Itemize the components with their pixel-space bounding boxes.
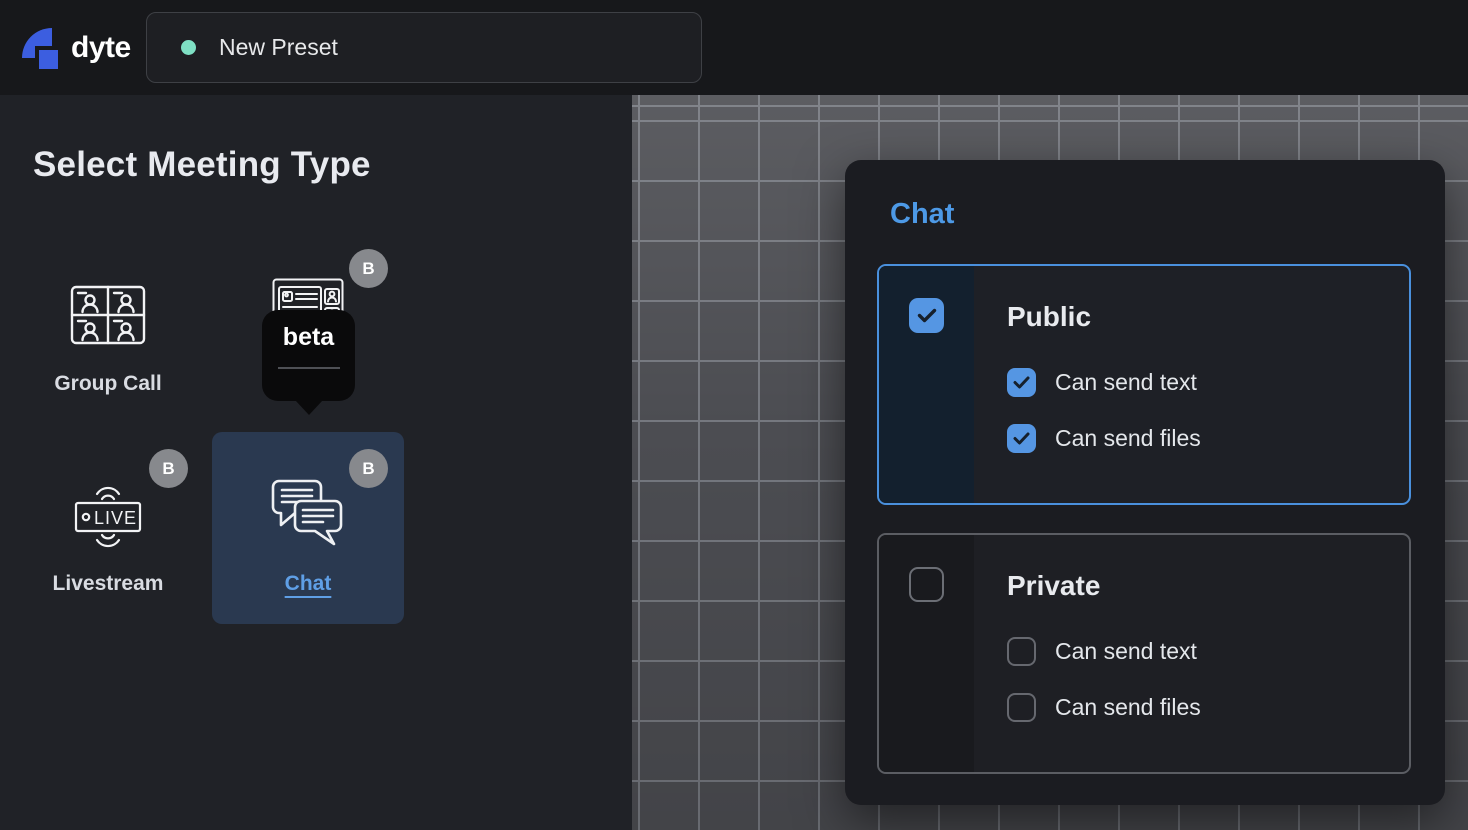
beta-badge: B [149,449,188,488]
top-bar: dyte New Preset [0,0,1468,95]
tile-chat[interactable]: B Chat [212,432,404,624]
svg-text:LIVE: LIVE [94,508,137,528]
config-panel-title: Chat [890,198,954,231]
private-permissions-card: Private Can send text Can send files [877,533,1411,774]
public-can-send-text-label: Can send text [1055,369,1197,396]
public-can-send-files-checkbox[interactable] [1007,424,1036,453]
tooltip-arrow-icon [295,400,323,415]
private-can-send-text-checkbox[interactable] [1007,637,1036,666]
livestream-icon: LIVE [68,474,148,556]
tooltip-divider [278,367,340,369]
meeting-type-panel: Select Meeting Type Group Call [0,95,632,830]
option-row: Can send text [1007,368,1409,397]
beta-badge: B [349,249,388,288]
private-section-title: Private [1007,570,1409,602]
livestream-label: Livestream [53,572,164,596]
group-call-label: Group Call [54,372,161,396]
public-checkbox[interactable] [909,298,944,333]
tile-group-call[interactable]: Group Call [12,232,204,424]
dyte-logo: dyte [14,25,131,71]
beta-tooltip: beta [262,310,355,401]
private-can-send-files-label: Can send files [1055,694,1201,721]
preset-name-value: New Preset [219,34,338,61]
dyte-logo-icon [14,25,60,71]
group-call-icon [70,285,146,345]
private-can-send-text-label: Can send text [1055,638,1197,665]
option-row: Can send files [1007,693,1409,722]
public-can-send-text-checkbox[interactable] [1007,368,1036,397]
chat-label: Chat [285,572,332,596]
private-strip [879,535,974,772]
preset-status-dot-icon [181,40,196,55]
option-row: Can send files [1007,424,1409,453]
public-permissions-card: Public Can send text Can send files [877,264,1411,505]
beta-badge: B [349,449,388,488]
preset-name-input[interactable]: New Preset [146,12,702,83]
chat-icon [271,479,345,551]
beta-tooltip-text: beta [262,323,355,352]
public-can-send-files-label: Can send files [1055,425,1201,452]
tile-livestream[interactable]: LIVE B Livestream [12,432,204,624]
dyte-logo-text: dyte [71,31,131,65]
page-title: Select Meeting Type [33,145,371,185]
option-row: Can send text [1007,637,1409,666]
public-section-title: Public [1007,301,1409,333]
private-checkbox[interactable] [909,567,944,602]
public-strip [879,266,974,503]
private-can-send-files-checkbox[interactable] [1007,693,1036,722]
logo-square-shape [39,50,58,69]
chat-config-panel: Chat Public Can send text [845,160,1445,805]
